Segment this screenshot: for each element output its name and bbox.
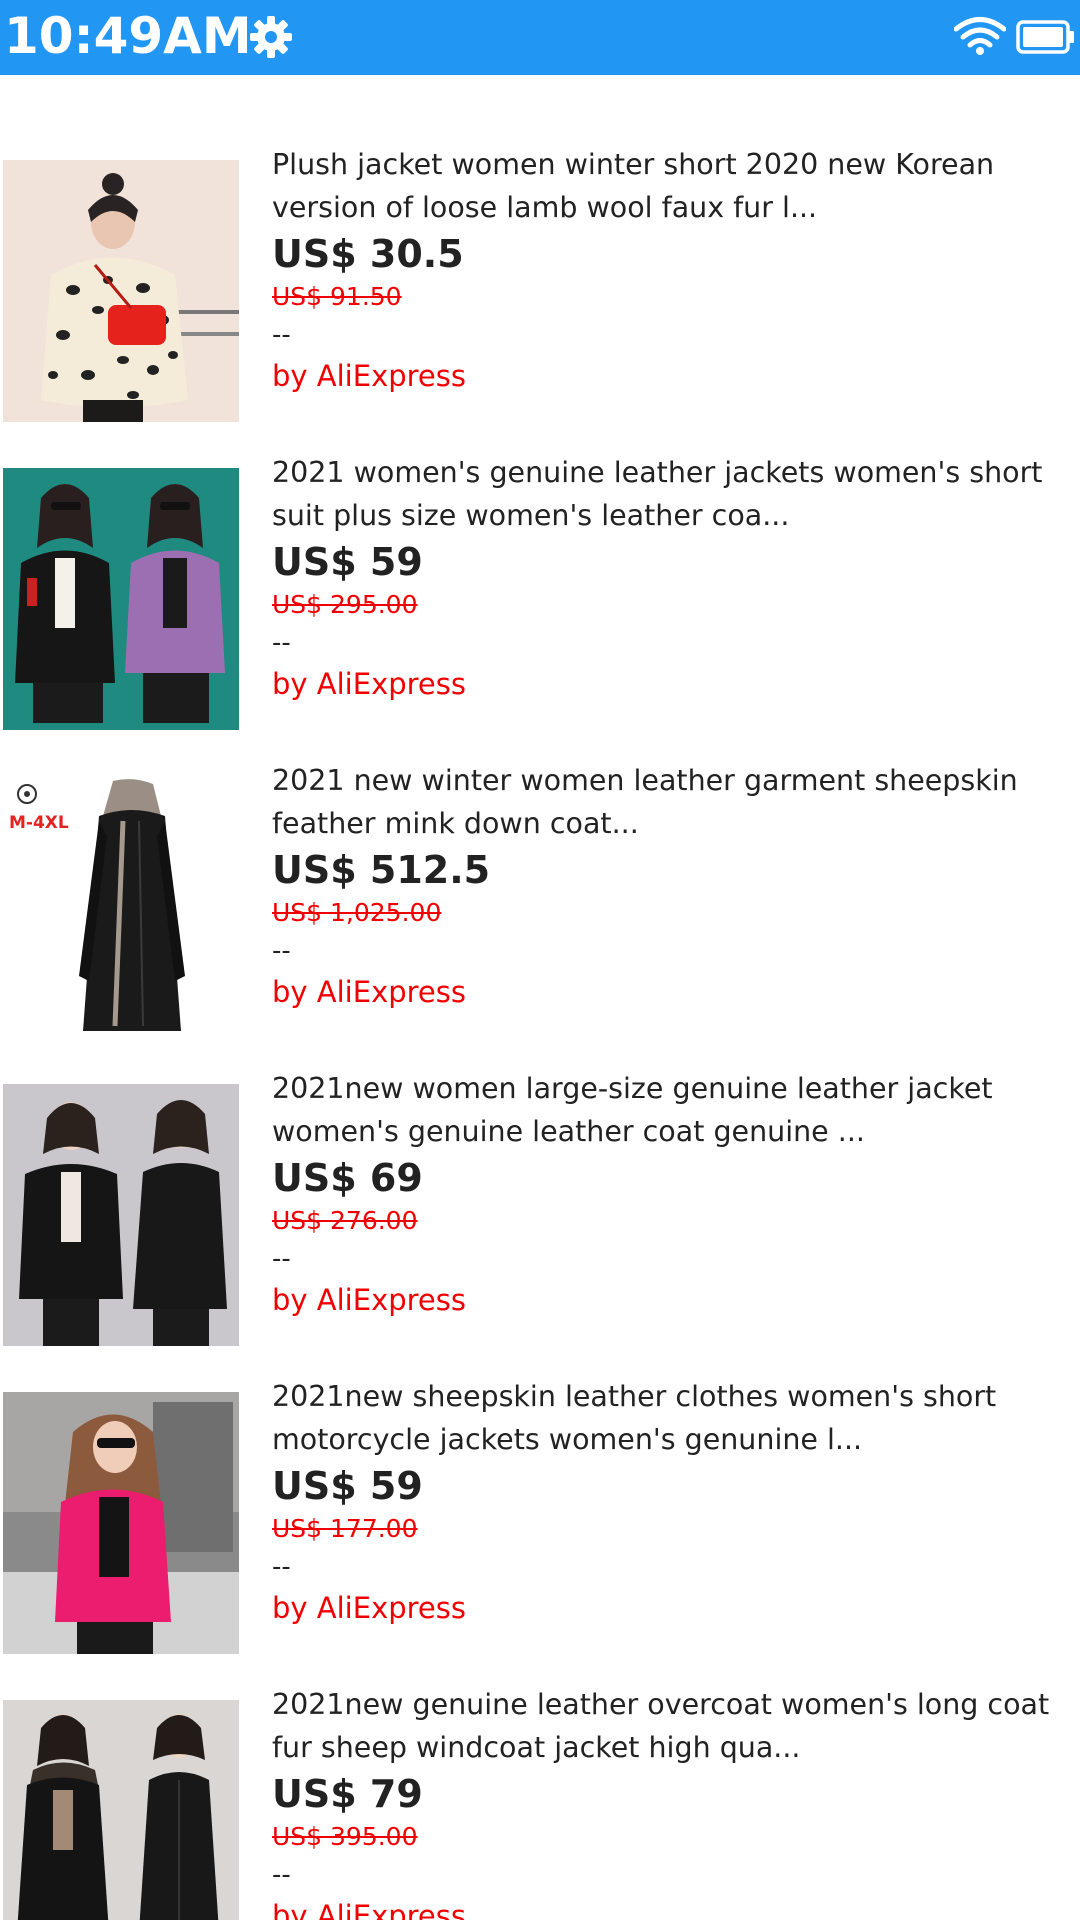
product-info: 2021new women large-size genuine leather…	[272, 1067, 1072, 1321]
product-price: US$ 59	[272, 540, 423, 584]
original-price: US$ 295.00	[272, 590, 418, 619]
original-price: US$ 276.00	[272, 1206, 418, 1235]
product-title[interactable]: 2021 new winter women leather garment sh…	[272, 759, 1072, 845]
product-title[interactable]: Plush jacket women winter short 2020 new…	[272, 143, 1072, 229]
seller-label: by AliExpress	[272, 1591, 466, 1625]
original-price: US$ 395.00	[272, 1822, 418, 1851]
product-title[interactable]: 2021 women's genuine leather jackets wom…	[272, 451, 1072, 537]
product-info: 2021 new winter women leather garment sh…	[272, 759, 1072, 1013]
seller-label: by AliExpress	[272, 359, 466, 393]
product-info: 2021new sheepskin leather clothes women'…	[272, 1375, 1072, 1629]
seller-label: by AliExpress	[272, 1899, 466, 1920]
shipping-info: --	[272, 628, 291, 658]
product-price: US$ 79	[272, 1772, 423, 1816]
shipping-info: --	[272, 936, 291, 966]
original-price: US$ 177.00	[272, 1514, 418, 1543]
product-item[interactable]: M-4XL 2021 new winter women leather garm…	[0, 759, 1080, 1067]
gear-icon	[248, 14, 294, 60]
battery-icon	[1016, 20, 1076, 54]
product-image[interactable]: M-4XL	[3, 776, 239, 1038]
product-image[interactable]	[3, 1392, 239, 1654]
product-info: Plush jacket women winter short 2020 new…	[272, 143, 1072, 397]
product-info: 2021 women's genuine leather jackets wom…	[272, 451, 1072, 705]
product-title[interactable]: 2021new genuine leather overcoat women's…	[272, 1683, 1072, 1769]
product-title[interactable]: 2021new sheepskin leather clothes women'…	[272, 1375, 1072, 1461]
product-price: US$ 69	[272, 1156, 423, 1200]
product-item[interactable]: 2021new genuine leather overcoat women's…	[0, 1683, 1080, 1920]
wifi-icon	[953, 16, 1007, 56]
status-bar: 10:49AM	[0, 0, 1080, 75]
product-price: US$ 59	[272, 1464, 423, 1508]
size-badge: M-4XL	[9, 813, 69, 833]
product-item[interactable]: Plush jacket women winter short 2020 new…	[0, 143, 1080, 451]
product-title[interactable]: 2021new women large-size genuine leather…	[272, 1067, 1072, 1153]
shipping-info: --	[272, 1860, 291, 1890]
product-image[interactable]	[3, 1084, 239, 1346]
product-item[interactable]: 2021new sheepskin leather clothes women'…	[0, 1375, 1080, 1683]
status-time: 10:49AM	[4, 7, 252, 65]
seller-label: by AliExpress	[272, 667, 466, 701]
product-price: US$ 512.5	[272, 848, 491, 892]
product-image[interactable]	[3, 160, 239, 422]
product-item[interactable]: 2021new women large-size genuine leather…	[0, 1067, 1080, 1375]
product-item[interactable]: 2021 women's genuine leather jackets wom…	[0, 451, 1080, 759]
shipping-info: --	[272, 1244, 291, 1274]
product-image[interactable]	[3, 468, 239, 730]
product-price: US$ 30.5	[272, 232, 464, 276]
shipping-info: --	[272, 320, 291, 350]
seller-label: by AliExpress	[272, 1283, 466, 1317]
seller-label: by AliExpress	[272, 975, 466, 1009]
product-info: 2021new genuine leather overcoat women's…	[272, 1683, 1072, 1920]
product-image[interactable]	[3, 1700, 239, 1920]
product-list[interactable]: Plush jacket women winter short 2020 new…	[0, 75, 1080, 1920]
shipping-info: --	[272, 1552, 291, 1582]
original-price: US$ 1,025.00	[272, 898, 442, 927]
original-price: US$ 91.50	[272, 282, 402, 311]
